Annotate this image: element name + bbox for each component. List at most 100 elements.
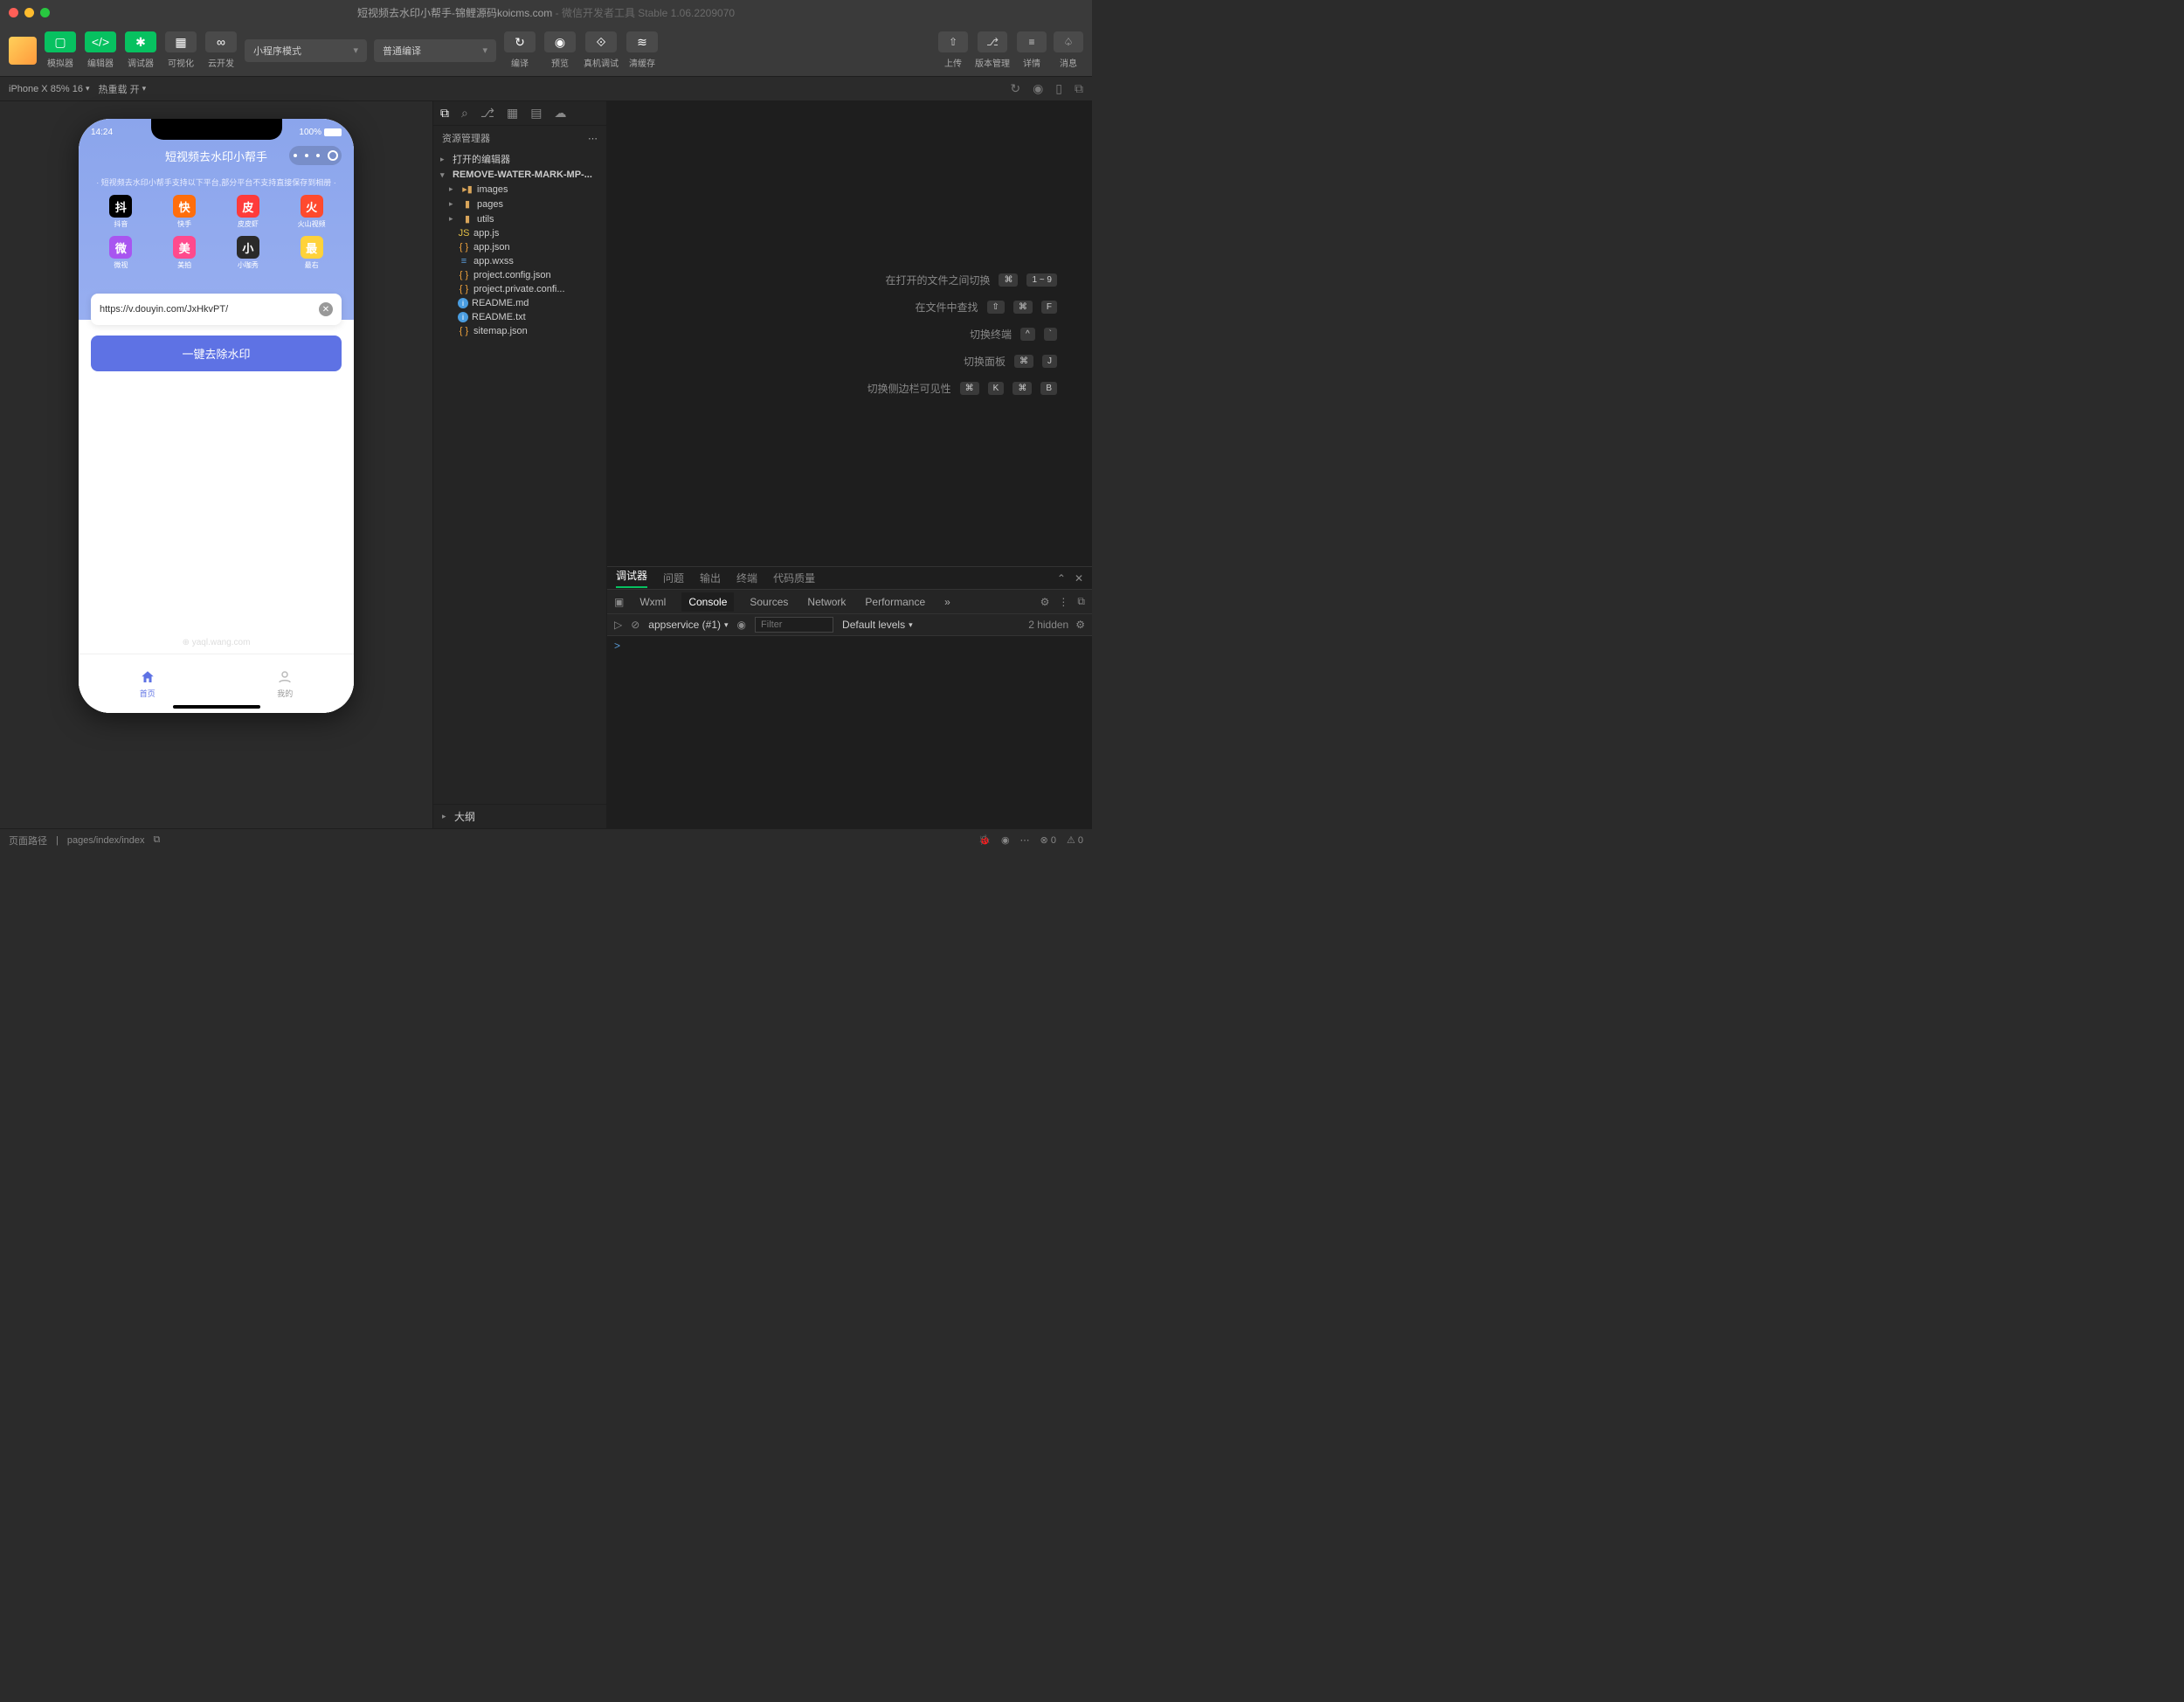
open-editors-header[interactable]: ▸打开的编辑器 — [433, 150, 606, 168]
simulator-button[interactable]: ▢模拟器 — [44, 31, 77, 69]
console-levels-select[interactable]: Default levels ▾ — [842, 619, 913, 631]
devtools-close-icon[interactable]: ✕ — [1075, 572, 1083, 585]
close-window-button[interactable] — [9, 8, 18, 17]
url-input[interactable] — [100, 304, 319, 315]
console-eye-icon[interactable]: ◉ — [737, 619, 746, 631]
devtools-tab-sources[interactable]: Sources — [746, 596, 791, 608]
platform-name: 火山视频 — [298, 219, 326, 229]
maximize-window-button[interactable] — [40, 8, 50, 17]
console-hidden-count[interactable]: 2 hidden — [1028, 619, 1068, 631]
devtools-tab-code-quality[interactable]: 代码质量 — [773, 571, 815, 585]
file-project-private[interactable]: { }project.private.confi... — [433, 282, 606, 296]
compile-button[interactable]: ↻编译 — [503, 31, 536, 69]
dock-icon[interactable]: ⧉ — [1077, 595, 1085, 608]
sync-icon[interactable]: ↻ — [1010, 81, 1020, 96]
kebab-icon[interactable]: ⋮ — [1058, 596, 1068, 608]
platform-item-5[interactable]: 美美拍 — [155, 236, 215, 270]
status-battery: 100% — [299, 128, 321, 137]
console-filter-input[interactable] — [755, 617, 833, 633]
devtools-tab-wxml[interactable]: Wxml — [636, 596, 669, 608]
file-project-config[interactable]: { }project.config.json — [433, 268, 606, 282]
clear-input-button[interactable]: ✕ — [319, 302, 333, 316]
status-eye-icon[interactable]: ◉ — [1001, 834, 1010, 846]
platform-item-1[interactable]: 快快手 — [155, 195, 215, 229]
editor-button[interactable]: </>编辑器 — [84, 31, 117, 69]
status-warning-icon[interactable]: ⚠ 0 — [1067, 834, 1083, 846]
status-error-icon[interactable]: ⊗ 0 — [1040, 834, 1056, 846]
debugger-button[interactable]: ✱调试器 — [124, 31, 157, 69]
devtools-tab-more[interactable]: » — [941, 596, 954, 608]
file-app-js[interactable]: JSapp.js — [433, 226, 606, 240]
status-more-icon[interactable]: ⋯ — [1020, 834, 1030, 846]
watermark-text: yaql.wang.com — [79, 638, 354, 647]
platform-item-7[interactable]: 最最右 — [281, 236, 342, 270]
explorer-files-icon[interactable]: ⧉ — [440, 106, 449, 121]
devtools-tab-performance[interactable]: Performance — [861, 596, 929, 608]
file-sitemap[interactable]: { }sitemap.json — [433, 324, 606, 338]
details-button[interactable]: ≡详情 — [1017, 31, 1047, 69]
devtools-collapse-icon[interactable]: ⌃ — [1057, 572, 1066, 585]
real-debug-button[interactable]: ⟐真机调试 — [584, 31, 619, 69]
folder-icon: ▮ — [461, 198, 473, 210]
cloud-button[interactable]: ∞云开发 — [204, 31, 238, 69]
compile-select[interactable]: 普通编译 — [374, 39, 496, 62]
devtools-tab-problems[interactable]: 问题 — [663, 571, 684, 585]
capsule-menu[interactable] — [289, 146, 342, 165]
visual-button[interactable]: ▦可视化 — [164, 31, 197, 69]
console-clear-icon[interactable]: ⊘ — [631, 619, 639, 631]
devtools-tab-network[interactable]: Network — [804, 596, 849, 608]
user-avatar[interactable] — [9, 37, 37, 65]
devtools-tab-output[interactable]: 输出 — [700, 571, 721, 585]
project-root[interactable]: ▾REMOVE-WATER-MARK-MP-... — [433, 168, 606, 182]
folder-images[interactable]: ▸▸▮images — [433, 182, 606, 197]
mode-select[interactable]: 小程序模式 — [245, 39, 367, 62]
explorer-cloud-icon[interactable]: ☁ — [554, 106, 566, 121]
console-context-select[interactable]: appservice (#1) ▾ — [648, 619, 728, 631]
platform-item-6[interactable]: 小小咖秀 — [218, 236, 279, 270]
page-path-label[interactable]: 页面路径 — [9, 834, 47, 848]
platform-item-4[interactable]: 微微视 — [91, 236, 151, 270]
version-button[interactable]: ⎇版本管理 — [975, 31, 1010, 69]
explorer-more-icon[interactable]: ⋯ — [588, 133, 598, 144]
file-app-json[interactable]: { }app.json — [433, 240, 606, 254]
tab-home[interactable]: 首页 — [79, 654, 217, 713]
hot-reload-select[interactable]: 热重载 开 — [99, 82, 147, 96]
devtools-tab-console[interactable]: Console — [681, 592, 734, 612]
devtools-tab-debugger[interactable]: 调试器 — [616, 568, 647, 588]
devtools-inspect-icon[interactable]: ▣ — [614, 596, 624, 608]
platform-item-2[interactable]: 皮皮皮虾 — [218, 195, 279, 229]
record-icon[interactable]: ◉ — [1033, 81, 1043, 96]
outline-header[interactable]: ▸大纲 — [433, 804, 606, 828]
upload-button[interactable]: ⇧上传 — [938, 31, 968, 69]
remove-watermark-button[interactable]: 一键去除水印 — [91, 336, 342, 371]
tab-mine[interactable]: 我的 — [217, 654, 355, 713]
minimize-window-button[interactable] — [24, 8, 34, 17]
file-readme-md[interactable]: iREADME.md — [433, 296, 606, 310]
folder-utils[interactable]: ▸▮utils — [433, 211, 606, 226]
device-icon[interactable]: ▯ — [1055, 81, 1062, 96]
platform-item-0[interactable]: 抖抖音 — [91, 195, 151, 229]
explorer-ext-icon[interactable]: ▦ — [507, 106, 518, 121]
code-icon: </> — [85, 31, 116, 52]
explorer-git-icon[interactable]: ⎇ — [480, 106, 494, 121]
explorer-search-icon[interactable]: ⌕ — [461, 106, 468, 121]
file-app-wxss[interactable]: ≡app.wxss — [433, 254, 606, 268]
file-readme-txt[interactable]: iREADME.txt — [433, 310, 606, 324]
page-path-value[interactable]: pages/index/index — [67, 835, 145, 846]
messages-button[interactable]: ♤消息 — [1054, 31, 1083, 69]
preview-button[interactable]: ◉预览 — [543, 31, 577, 69]
copy-path-icon[interactable]: ⧉ — [154, 834, 161, 846]
folder-pages[interactable]: ▸▮pages — [433, 197, 606, 211]
device-select[interactable]: iPhone X 85% 16 — [9, 84, 90, 94]
console-play-icon[interactable]: ▷ — [614, 619, 622, 631]
devtools-tab-terminal[interactable]: 终端 — [736, 571, 757, 585]
status-bug-icon[interactable]: 🐞 — [978, 834, 991, 846]
console-gear-icon[interactable]: ⚙ — [1075, 619, 1085, 631]
console-prompt: > — [614, 640, 620, 652]
popup-icon[interactable]: ⧉ — [1075, 81, 1083, 96]
explorer-db-icon[interactable]: ▤ — [530, 106, 542, 121]
platform-item-3[interactable]: 火火山视频 — [281, 195, 342, 229]
clear-cache-button[interactable]: ≋清缓存 — [625, 31, 659, 69]
gear-icon[interactable]: ⚙ — [1040, 596, 1050, 608]
console-body[interactable]: > — [607, 636, 1092, 828]
